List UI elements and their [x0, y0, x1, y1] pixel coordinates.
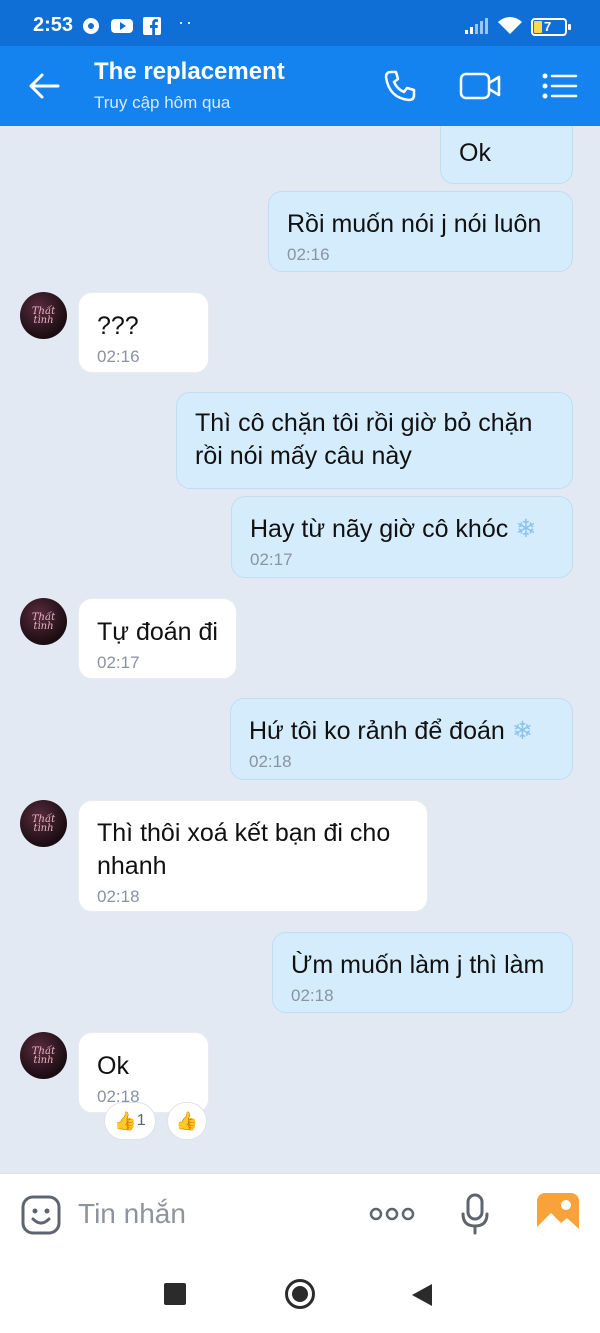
more-options-button[interactable]	[368, 1196, 416, 1232]
contact-name[interactable]: The replacement	[94, 58, 285, 86]
message-time: 02:17	[250, 550, 293, 569]
snowflake-emoji-icon: ❄	[511, 717, 533, 745]
smiley-face-icon	[21, 1195, 61, 1235]
arrow-left-icon	[29, 73, 60, 99]
message-composer: Tin nhắn	[0, 1173, 600, 1254]
image-gallery-icon	[537, 1200, 579, 1235]
more-dots-icon	[369, 1207, 415, 1221]
message-text: Rồi muốn nói j nói luôn	[287, 210, 542, 238]
video-call-button[interactable]	[458, 64, 502, 108]
message-text: Hay từ nãy giờ cô khóc ❄	[250, 515, 537, 543]
reaction-count: 1	[136, 1112, 146, 1129]
thumbs-up-icon: 👍	[114, 1110, 137, 1131]
contact-avatar[interactable]: Thất tình	[20, 292, 67, 339]
message-input[interactable]: Tin nhắn	[78, 1198, 186, 1230]
message-bubble-outgoing[interactable]: Rồi muốn nói j nói luôn 02:16	[268, 191, 573, 272]
facebook-icon	[143, 17, 161, 35]
message-text: Ok	[459, 139, 491, 167]
message-bubble-incoming[interactable]: Thì thôi xoá kết bạn đi cho nhanh 02:18	[78, 800, 428, 912]
app-notification-icon	[83, 18, 99, 34]
battery-indicator: 7	[531, 18, 571, 36]
thumbs-up-icon: 👍	[175, 1110, 199, 1131]
recent-apps-button[interactable]	[164, 1283, 186, 1305]
video-camera-icon	[459, 72, 501, 100]
message-bubble-incoming[interactable]: Tự đoán đi 02:17	[78, 598, 237, 679]
battery-level: 7	[544, 19, 552, 34]
message-time: 02:16	[97, 347, 140, 366]
back-triangle-icon[interactable]	[410, 1282, 434, 1308]
contact-avatar[interactable]: Thất tình	[20, 800, 67, 847]
status-time: 2:53	[33, 14, 74, 36]
message-bubble-outgoing[interactable]: Hứ tôi ko rảnh để đoán ❄ 02:18	[230, 698, 573, 780]
list-menu-icon	[542, 73, 578, 99]
message-bubble-outgoing[interactable]: Hay từ nãy giờ cô khóc ❄ 02:17	[231, 496, 573, 578]
message-bubble-outgoing[interactable]: Ừm muốn làm j thì làm 02:18	[272, 932, 573, 1013]
message-bubble-incoming[interactable]: ??? 02:16	[78, 292, 209, 373]
message-text: Thì cô chặn tôi rồi giờ bỏ chặn rồi nói …	[195, 409, 533, 470]
reaction-summary[interactable]: 👍 1	[104, 1102, 156, 1140]
voice-message-button[interactable]	[458, 1192, 492, 1236]
message-text: Thì thôi xoá kết bạn đi cho nhanh	[97, 819, 391, 880]
message-text: Hứ tôi ko rảnh để đoán ❄	[249, 717, 533, 745]
chat-menu-button[interactable]	[538, 64, 582, 108]
contact-avatar[interactable]: Thất tình	[20, 598, 67, 645]
add-reaction-button[interactable]: 👍	[167, 1102, 207, 1140]
home-button[interactable]	[285, 1279, 315, 1309]
chat-header: The replacement Truy cập hôm qua	[0, 46, 600, 126]
message-text: Tự đoán đi	[97, 618, 218, 646]
message-bubble-outgoing[interactable]: Ok	[440, 126, 573, 184]
message-time: 02:18	[291, 986, 334, 1005]
snowflake-emoji-icon: ❄	[515, 515, 537, 543]
send-image-button[interactable]	[537, 1193, 579, 1235]
back-button[interactable]	[22, 64, 66, 108]
message-list[interactable]: Ok Rồi muốn nói j nói luôn 02:16 Thất tìn…	[0, 126, 600, 1173]
youtube-icon	[111, 19, 133, 33]
voice-call-button[interactable]	[378, 64, 422, 108]
phone-icon	[384, 70, 416, 102]
message-time: 02:17	[97, 653, 140, 672]
message-bubble-incoming[interactable]: Ok 02:18	[78, 1032, 209, 1113]
sticker-button[interactable]	[20, 1194, 62, 1236]
message-time: 02:18	[249, 752, 292, 771]
microphone-icon	[461, 1193, 489, 1235]
status-bar: 2:53 ·· 7	[0, 0, 600, 46]
message-time: 02:16	[287, 245, 330, 264]
message-bubble-outgoing[interactable]: Thì cô chặn tôi rồi giờ bỏ chặn rồi nói …	[176, 392, 573, 489]
contact-avatar[interactable]: Thất tình	[20, 1032, 67, 1079]
message-text: Ok	[97, 1052, 129, 1080]
system-navigation-bar	[0, 1254, 600, 1333]
message-text: Ừm muốn làm j thì làm	[291, 951, 545, 979]
wifi-icon	[498, 17, 522, 34]
last-seen: Truy cập hôm qua	[94, 93, 231, 112]
signal-icon	[465, 18, 488, 34]
message-text: ???	[97, 312, 139, 340]
message-time: 02:18	[97, 887, 140, 906]
status-more: ··	[178, 12, 194, 32]
